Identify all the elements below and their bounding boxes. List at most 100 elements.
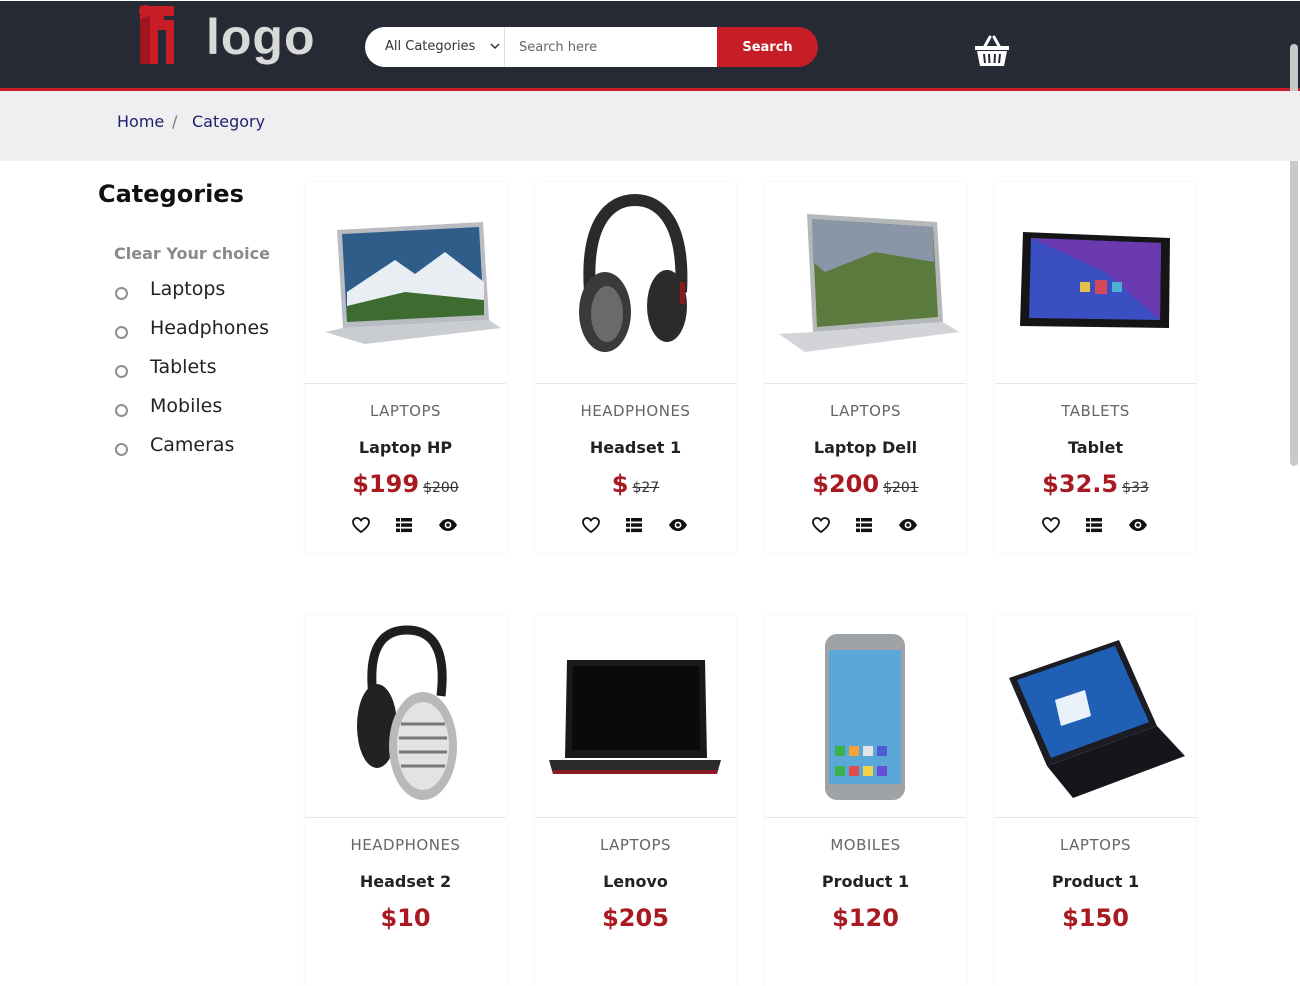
heart-icon[interactable] <box>351 515 371 535</box>
product-card[interactable]: LAPTOPS Product 1 $150 <box>995 616 1196 986</box>
product-prices: $120 <box>765 904 966 932</box>
product-prices: $150 <box>995 904 1196 932</box>
product-image[interactable] <box>765 616 966 818</box>
product-price: $200 <box>812 470 880 498</box>
product-name[interactable]: Lenovo <box>535 872 736 891</box>
heart-icon[interactable] <box>1041 515 1061 535</box>
heart-icon[interactable] <box>811 515 831 535</box>
product-price: $ <box>611 470 629 498</box>
product-old-price: $200 <box>423 480 459 496</box>
category-option-label: Mobiles <box>150 395 223 417</box>
logo-text: logo <box>206 9 316 65</box>
product-card[interactable]: TABLETS Tablet $32.5 $33 <box>995 182 1196 552</box>
product-card[interactable]: HEADPHONES Headset 1 $ $27 <box>535 182 736 552</box>
breadcrumb-home-link[interactable]: Home <box>117 112 164 131</box>
product-image[interactable] <box>535 616 736 818</box>
category-select[interactable]: All Categories <box>365 27 505 67</box>
search-bar: All Categories Search <box>365 27 818 67</box>
product-card[interactable]: LAPTOPS Laptop Dell $200 $201 <box>765 182 966 552</box>
list-icon[interactable] <box>394 515 414 535</box>
site-header: logo All Categories Search <box>0 0 1300 91</box>
eye-icon[interactable] <box>1128 515 1148 535</box>
search-input[interactable] <box>505 27 717 67</box>
product-prices: $200 $201 <box>765 470 966 498</box>
product-name[interactable]: Laptop HP <box>305 438 506 457</box>
product-name[interactable]: Product 1 <box>765 872 966 891</box>
product-image[interactable] <box>765 182 966 384</box>
radio-button[interactable] <box>115 404 128 417</box>
product-type: TABLETS <box>1061 402 1130 420</box>
product-actions <box>305 515 506 535</box>
category-option-laptops[interactable]: Laptops <box>114 278 294 308</box>
heart-icon[interactable] <box>581 515 601 535</box>
product-actions <box>995 515 1196 535</box>
product-actions <box>535 515 736 535</box>
search-button[interactable]: Search <box>717 27 818 67</box>
category-option-label: Tablets <box>150 356 217 378</box>
product-type: LAPTOPS <box>829 402 902 420</box>
categories-title: Categories <box>98 180 244 208</box>
product-type: MOBILES <box>830 836 901 854</box>
product-type: LAPTOPS <box>599 836 672 854</box>
product-prices: $10 <box>305 904 506 932</box>
clear-choice-link[interactable]: Clear Your choice <box>114 244 270 263</box>
list-icon[interactable] <box>854 515 874 535</box>
product-old-price: $33 <box>1122 480 1149 496</box>
radio-button[interactable] <box>115 443 128 456</box>
category-option-tablets[interactable]: Tablets <box>114 356 294 386</box>
category-option-headphones[interactable]: Headphones <box>114 317 294 347</box>
radio-button[interactable] <box>115 326 128 339</box>
category-option-cameras[interactable]: Cameras <box>114 434 294 464</box>
product-price: $199 <box>352 470 420 498</box>
eye-icon[interactable] <box>438 515 458 535</box>
product-type: HEADPHONES <box>580 402 691 420</box>
breadcrumb-separator: / <box>172 112 178 131</box>
category-option-mobiles[interactable]: Mobiles <box>114 395 294 425</box>
product-prices: $205 <box>535 904 736 932</box>
product-card[interactable]: MOBILES Product 1 $120 <box>765 616 966 986</box>
radio-button[interactable] <box>115 287 128 300</box>
eye-icon[interactable] <box>668 515 688 535</box>
category-select-value: All Categories <box>385 39 476 54</box>
product-name[interactable]: Headset 1 <box>535 438 736 457</box>
chevron-down-icon <box>490 43 500 50</box>
product-image[interactable] <box>535 182 736 384</box>
product-card[interactable]: HEADPHONES Headset 2 $10 <box>305 616 506 986</box>
category-option-label: Headphones <box>150 317 270 339</box>
basket-icon[interactable] <box>974 35 1010 67</box>
product-prices: $199 $200 <box>305 470 506 498</box>
product-old-price: $201 <box>883 480 919 496</box>
product-type: HEADPHONES <box>350 836 461 854</box>
list-icon[interactable] <box>624 515 644 535</box>
product-price: $32.5 <box>1042 470 1119 498</box>
product-prices: $ $27 <box>535 470 736 498</box>
product-price: $120 <box>832 904 899 932</box>
product-name[interactable]: Headset 2 <box>305 872 506 891</box>
category-option-label: Laptops <box>150 278 226 300</box>
breadcrumb: Home / Category <box>0 91 1300 161</box>
eye-icon[interactable] <box>898 515 918 535</box>
logo-mark-icon <box>139 5 174 64</box>
breadcrumb-category-link[interactable]: Category <box>192 112 265 131</box>
product-price: $205 <box>602 904 669 932</box>
product-actions <box>765 515 966 535</box>
product-image[interactable] <box>995 182 1196 384</box>
product-price: $150 <box>1062 904 1129 932</box>
product-prices: $32.5 $33 <box>995 470 1196 498</box>
product-image[interactable] <box>305 616 506 818</box>
product-old-price: $27 <box>632 480 660 496</box>
category-option-label: Cameras <box>150 434 235 456</box>
product-name[interactable]: Tablet <box>995 438 1196 457</box>
product-card[interactable]: LAPTOPS Lenovo $205 <box>535 616 736 986</box>
product-type: LAPTOPS <box>369 402 442 420</box>
product-type: LAPTOPS <box>1059 836 1132 854</box>
product-image[interactable] <box>305 182 506 384</box>
product-name[interactable]: Laptop Dell <box>765 438 966 457</box>
list-icon[interactable] <box>1084 515 1104 535</box>
product-name[interactable]: Product 1 <box>995 872 1196 891</box>
product-price: $10 <box>380 904 431 932</box>
radio-button[interactable] <box>115 365 128 378</box>
product-card[interactable]: LAPTOPS Laptop HP $199 $200 <box>305 182 506 552</box>
site-logo[interactable]: logo <box>136 2 316 68</box>
product-image[interactable] <box>995 616 1196 818</box>
